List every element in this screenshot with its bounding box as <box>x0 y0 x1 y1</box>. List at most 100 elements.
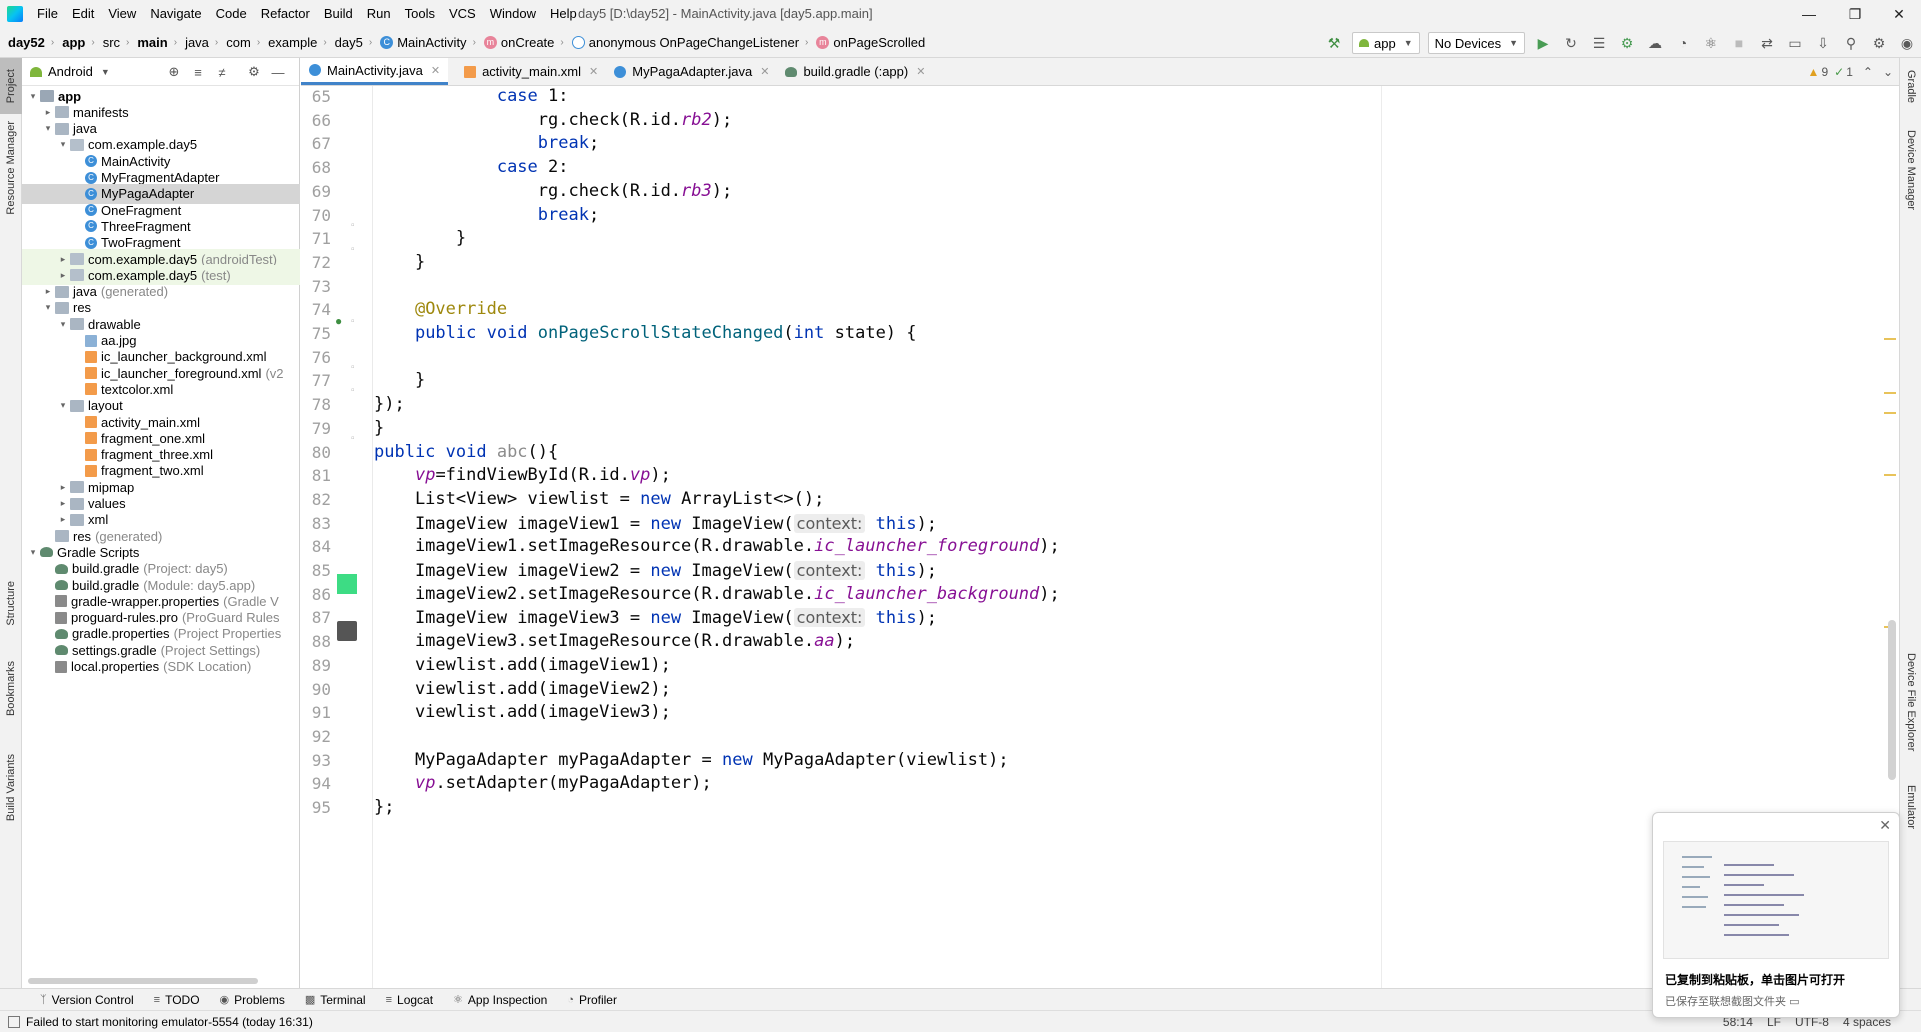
tool-tab-bookmarks[interactable]: Bookmarks <box>0 648 22 730</box>
code-line[interactable]: } <box>374 248 425 277</box>
chevron-right-icon[interactable]: ▸ <box>56 270 70 281</box>
tree-node[interactable]: local.properties (SDK Location) <box>22 657 300 677</box>
settings-gear-icon[interactable]: ⚙ <box>1867 32 1891 54</box>
apply-changes-icon[interactable]: ☰ <box>1587 32 1611 54</box>
chevron-down-icon[interactable]: ▾ <box>26 91 40 102</box>
breadcrumb-item[interactable]: m onPageScrolled <box>808 35 925 50</box>
chevron-down-icon[interactable]: ▾ <box>41 302 55 313</box>
attach-debugger-icon[interactable]: ⚛ <box>1699 32 1723 54</box>
chevron-down-icon[interactable]: ▾ <box>56 400 70 411</box>
menu-view[interactable]: View <box>101 0 143 28</box>
coverage-icon[interactable]: ☁ <box>1643 32 1667 54</box>
code-line[interactable]: public void onPageScrollStateChanged(int… <box>374 319 917 348</box>
chevron-down-icon[interactable]: ▾ <box>26 547 40 558</box>
tool-tab-structure[interactable]: Structure <box>0 568 22 638</box>
close-tab-icon[interactable]: ✕ <box>916 65 925 78</box>
close-icon[interactable]: ✕ <box>1879 817 1891 834</box>
breadcrumb-item[interactable]: com › <box>218 35 260 50</box>
code-line[interactable]: vp.setAdapter(myPagaAdapter); <box>374 769 712 798</box>
next-highlight-icon[interactable]: ⌄ <box>1883 65 1893 79</box>
close-tab-icon[interactable]: ✕ <box>589 65 598 78</box>
debug-icon[interactable]: ⚙ <box>1615 32 1639 54</box>
rerun-icon[interactable]: ↻ <box>1559 32 1583 54</box>
bottom-tab-logcat[interactable]: ≡ Logcat <box>376 993 443 1007</box>
breadcrumb-item[interactable]: src › <box>95 35 130 50</box>
breadcrumb-item[interactable]: day5 › <box>327 35 373 50</box>
tool-tab-gradle[interactable]: Gradle <box>1900 60 1921 114</box>
breadcrumb-item[interactable]: day52 › <box>0 35 54 50</box>
menu-build[interactable]: Build <box>317 0 360 28</box>
breadcrumb-item[interactable]: m onCreate › <box>476 35 564 50</box>
fold-icon[interactable]: ▫ <box>351 220 355 231</box>
fold-icon[interactable]: ▫ <box>351 433 355 444</box>
breadcrumb-item[interactable]: anonymous OnPageChangeListener › <box>564 35 808 50</box>
close-tab-icon[interactable]: ✕ <box>760 65 769 78</box>
chevron-right-icon[interactable]: ▸ <box>41 286 55 297</box>
image-preview-icon[interactable] <box>337 621 357 641</box>
notification-subtitle[interactable]: 已保存至联想截图文件夹 ▭ <box>1665 993 1799 1009</box>
screenshot-notification[interactable]: ✕ 已复制到粘贴板，单击图片可打开 已保存至联想截图文件夹 ▭ <box>1652 812 1900 1018</box>
close-window-icon[interactable]: ✕ <box>1876 0 1921 28</box>
chevron-down-icon[interactable]: ▾ <box>41 123 55 134</box>
tree-horizontal-scrollbar[interactable] <box>28 978 258 984</box>
code-line[interactable]: viewlist.add(imageView3); <box>374 698 671 727</box>
chevron-right-icon[interactable]: ▸ <box>56 254 70 265</box>
breadcrumb-item[interactable]: java › <box>177 35 218 50</box>
color-swatch-icon[interactable] <box>337 574 357 594</box>
chevron-right-icon[interactable]: ▸ <box>41 107 55 118</box>
run-config-select[interactable]: app ▼ <box>1351 32 1420 54</box>
menu-refactor[interactable]: Refactor <box>254 0 317 28</box>
ide-update-icon[interactable]: ◉ <box>1895 32 1919 54</box>
bottom-tab-app-inspection[interactable]: ⚛ App Inspection <box>443 993 557 1007</box>
fold-icon[interactable]: ▫ <box>351 362 355 373</box>
inspection-widget[interactable]: ▲ 9 ✓ 1 ⌃ ⌄ <box>1808 58 1893 86</box>
hide-panel-icon[interactable]: — <box>268 62 288 82</box>
chevron-right-icon[interactable]: ▸ <box>56 498 70 509</box>
breadcrumb-item[interactable]: example › <box>260 35 326 50</box>
device-manager-icon[interactable]: ▭ <box>1783 32 1807 54</box>
menu-run[interactable]: Run <box>360 0 398 28</box>
breadcrumb-item[interactable]: main › <box>129 35 177 50</box>
bottom-tab-version-control[interactable]: ᛉ Version Control <box>30 993 144 1007</box>
close-tab-icon[interactable]: ✕ <box>431 64 440 77</box>
editor-tab[interactable]: MyPagaAdapter.java ✕ <box>606 58 777 85</box>
editor-vertical-scrollbar[interactable] <box>1888 620 1896 780</box>
code-editor[interactable]: case 1: rg.check(R.id.rb2); break; case … <box>374 86 1374 988</box>
tool-tab-device-manager[interactable]: Device Manager <box>1900 120 1921 220</box>
previous-highlight-icon[interactable]: ⌃ <box>1863 65 1873 79</box>
bottom-tab-terminal[interactable]: ▩ Terminal <box>295 993 376 1007</box>
search-icon[interactable]: ⚲ <box>1839 32 1863 54</box>
fold-icon[interactable]: ▫ <box>351 244 355 255</box>
run-icon[interactable]: ▶ <box>1531 32 1555 54</box>
menu-code[interactable]: Code <box>209 0 254 28</box>
minimize-icon[interactable]: — <box>1786 0 1832 28</box>
chevron-right-icon[interactable]: ▸ <box>56 482 70 493</box>
chevron-right-icon[interactable]: ▸ <box>56 514 70 525</box>
tool-tab-project[interactable]: Project <box>0 58 22 114</box>
breadcrumb-item[interactable]: app › <box>54 35 94 50</box>
code-line[interactable]: }; <box>374 793 394 822</box>
chevron-down-icon[interactable]: ▾ <box>56 319 70 330</box>
warning-stripe-mark[interactable] <box>1884 392 1896 394</box>
editor-tab[interactable]: activity_main.xml ✕ <box>448 58 606 85</box>
sync-gradle-icon[interactable]: ⇄ <box>1755 32 1779 54</box>
stop-icon[interactable]: ■ <box>1727 32 1751 54</box>
options-gear-icon[interactable]: ⚙ <box>244 62 264 82</box>
override-method-icon[interactable]: ● <box>335 314 342 328</box>
screenshot-thumbnail[interactable] <box>1663 841 1889 959</box>
maximize-icon[interactable]: ❐ <box>1832 0 1878 28</box>
device-select[interactable]: No Devices ▼ <box>1427 32 1525 54</box>
bottom-tab-profiler[interactable]: ◔ Profiler <box>557 993 627 1007</box>
tool-tab-resource-manager[interactable]: Resource Manager <box>0 118 22 218</box>
fold-icon[interactable]: ▫ <box>351 316 355 327</box>
warning-stripe-mark[interactable] <box>1884 474 1896 476</box>
menu-file[interactable]: File <box>30 0 65 28</box>
profile-icon[interactable]: ◔ <box>1671 32 1695 54</box>
bottom-tab-problems[interactable]: ◉ Problems <box>210 993 295 1007</box>
status-message[interactable]: Failed to start monitoring emulator-5554… <box>26 1015 313 1029</box>
tool-tab-build-variants[interactable]: Build Variants <box>0 738 22 838</box>
tool-tab-device-file-explorer[interactable]: Device File Explorer <box>1900 638 1921 766</box>
locate-file-icon[interactable]: ⊕ <box>164 62 184 82</box>
breadcrumb-item[interactable]: C MainActivity › <box>372 35 476 50</box>
menu-tools[interactable]: Tools <box>398 0 442 28</box>
